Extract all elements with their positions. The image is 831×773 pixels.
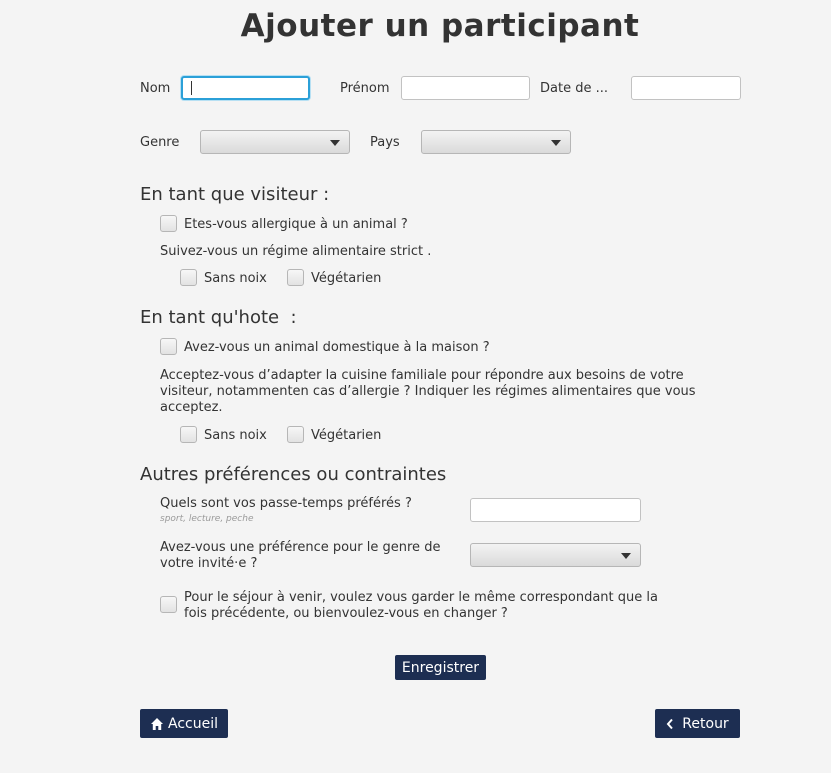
host-sans-noix-label: Sans noix xyxy=(204,428,267,443)
pays-label: Pays xyxy=(370,135,400,150)
same-host-checkbox[interactable] xyxy=(160,596,177,613)
date-input[interactable] xyxy=(631,76,741,100)
visitor-vegetarien-label: Végétarien xyxy=(311,271,382,286)
prenom-input[interactable] xyxy=(401,76,530,100)
host-vegetarien-label: Végétarien xyxy=(311,428,382,443)
home-button-label: Accueil xyxy=(168,715,218,732)
pet-label: Avez-vous un animal domestique à la mais… xyxy=(184,340,490,355)
hobbies-label: Quels sont vos passe-temps préférés ? xyxy=(160,496,412,511)
back-button-label: Retour xyxy=(682,715,729,732)
chevron-left-icon xyxy=(666,718,674,730)
same-host-label: Pour le séjour à venir, voulez vous gard… xyxy=(184,590,658,621)
gender-pref-select[interactable] xyxy=(470,543,641,567)
adapt-question: Acceptez-vous d’adapter la cuisine famil… xyxy=(160,368,696,415)
chevron-down-icon xyxy=(330,140,340,146)
gender-pref-label: Avez-vous une préférence pour le genre d… xyxy=(160,540,441,571)
visitor-sans-noix-label: Sans noix xyxy=(204,271,267,286)
chevron-down-icon xyxy=(551,140,561,146)
nom-label: Nom xyxy=(140,81,171,96)
pays-select[interactable] xyxy=(421,130,571,154)
nom-input[interactable] xyxy=(181,76,310,100)
visitor-heading: En tant que visiteur : xyxy=(140,184,330,205)
hobbies-hint: sport, lecture, peche xyxy=(160,514,254,524)
prenom-label: Prénom xyxy=(340,81,390,96)
genre-label: Genre xyxy=(140,135,180,150)
chevron-down-icon xyxy=(621,553,631,559)
add-participant-page: Ajouter un participant Nom Prénom Date d… xyxy=(0,0,831,773)
allergy-checkbox[interactable] xyxy=(160,215,177,232)
host-vegetarien-checkbox[interactable] xyxy=(287,426,304,443)
text-caret xyxy=(191,81,192,95)
diet-question: Suivez-vous un régime alimentaire strict… xyxy=(160,244,432,259)
host-heading: En tant qu'hote : xyxy=(140,307,297,328)
allergy-label: Etes-vous allergique à un animal ? xyxy=(184,217,408,232)
host-sans-noix-checkbox[interactable] xyxy=(180,426,197,443)
hobbies-input[interactable] xyxy=(470,498,641,522)
visitor-vegetarien-checkbox[interactable] xyxy=(287,269,304,286)
preferences-heading: Autres préférences ou contraintes xyxy=(140,464,447,485)
home-icon xyxy=(150,717,164,731)
genre-select[interactable] xyxy=(200,130,350,154)
visitor-sans-noix-checkbox[interactable] xyxy=(180,269,197,286)
home-button[interactable]: Accueil xyxy=(140,709,228,738)
save-button[interactable]: Enregistrer xyxy=(395,655,486,680)
page-title: Ajouter un participant xyxy=(240,8,640,44)
back-button[interactable]: Retour xyxy=(655,709,740,738)
date-label: Date de ... xyxy=(540,81,608,96)
pet-checkbox[interactable] xyxy=(160,338,177,355)
